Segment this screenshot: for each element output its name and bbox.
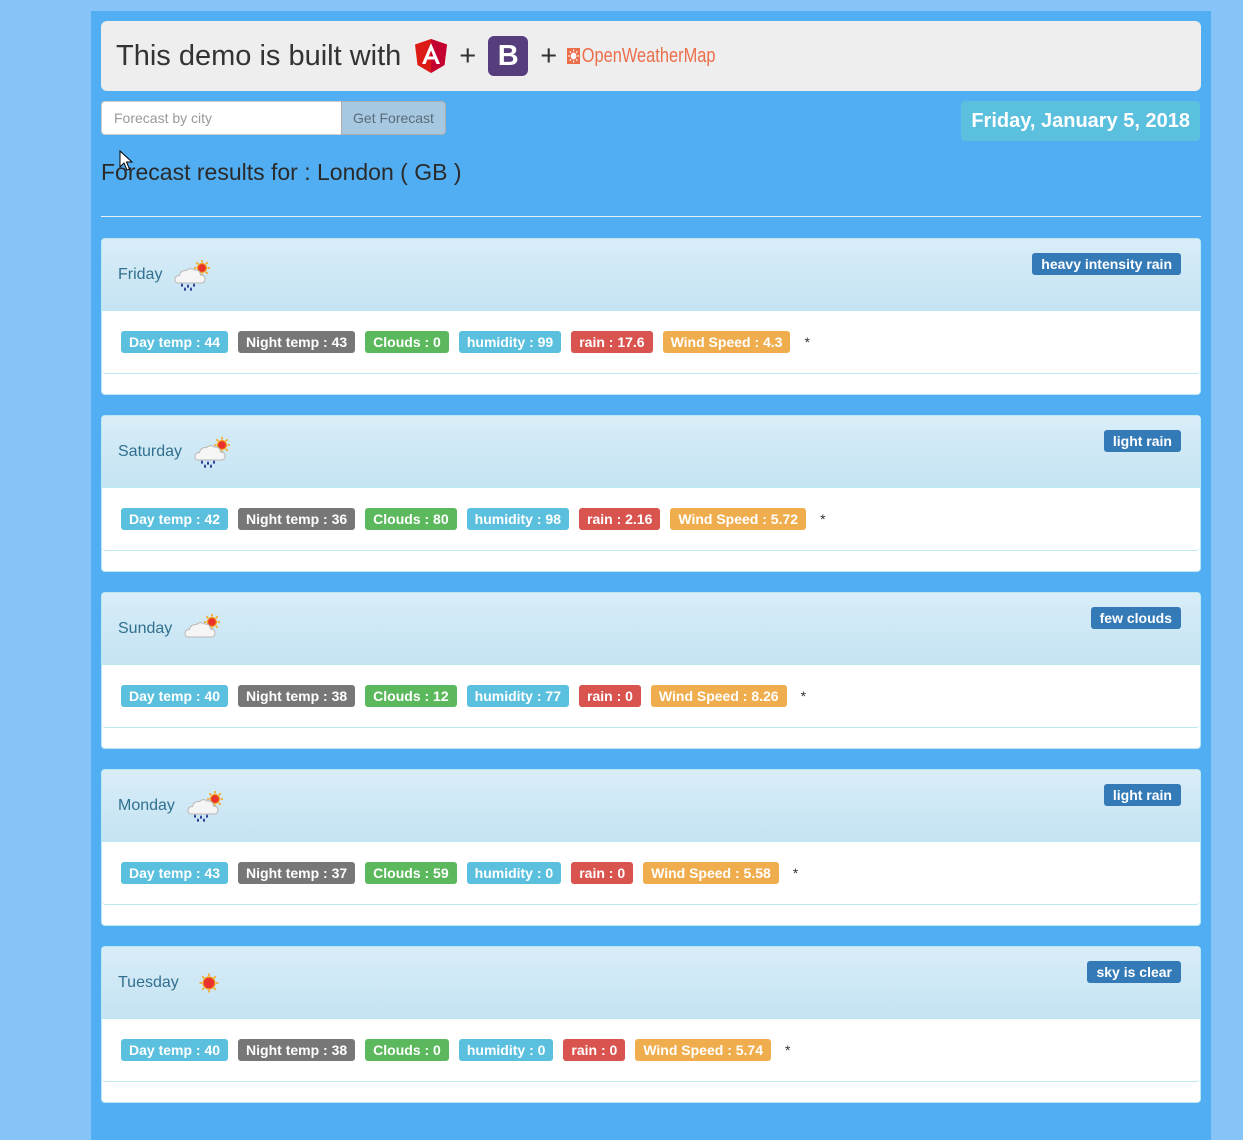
- forecast-panel: Tuesday sky is clear Day temp : 40 Night…: [101, 946, 1201, 1103]
- night-temp-label: Night temp : 38: [238, 1039, 356, 1061]
- rain-cloud-sun-icon: [194, 436, 231, 468]
- asterisk-note: *: [785, 1042, 791, 1058]
- openweathermap-logo: OpenWeatherMap: [567, 44, 716, 68]
- asterisk-note: *: [804, 334, 810, 350]
- day-temp-label: Day temp : 40: [121, 685, 229, 707]
- get-forecast-button[interactable]: Get Forecast: [341, 101, 446, 135]
- plus-sign: +: [459, 39, 477, 72]
- humidity-label: humidity : 77: [466, 685, 569, 707]
- day-name: Friday: [118, 265, 163, 283]
- mouse-cursor-icon: [119, 150, 133, 171]
- night-temp-label: Night temp : 43: [238, 331, 356, 353]
- forecast-panel: Saturday light rain Day temp : 42 Night …: [101, 415, 1201, 572]
- night-temp-label: Night temp : 36: [238, 508, 356, 530]
- rain-cloud-sun-icon: [187, 790, 223, 822]
- clouds-label: Clouds : 59: [365, 862, 457, 884]
- wind-speed-label: Wind Speed : 8.26: [650, 685, 787, 707]
- results-title: Forecast results for : London ( GB ): [101, 159, 462, 185]
- day-name: Sunday: [118, 619, 173, 637]
- rain-label: rain : 0: [563, 1039, 626, 1061]
- owm-sun-icon: [567, 48, 581, 64]
- rain-label: rain : 0: [571, 862, 634, 884]
- cloud-sun-icon: [184, 613, 221, 637]
- owm-logo-text: OpenWeatherMap: [581, 44, 716, 67]
- clouds-label: Clouds : 0: [365, 1039, 449, 1061]
- asterisk-note: *: [792, 865, 799, 881]
- day-temp-label: Day temp : 40: [121, 1039, 229, 1061]
- night-temp-label: Night temp : 37: [238, 862, 356, 884]
- forecast-panel-body: Day temp : 42 Night temp : 36 Clouds : 8…: [102, 488, 1200, 551]
- wind-speed-label: Wind Speed : 5.58: [643, 862, 779, 884]
- forecast-panel: Friday heavy intensity rain Day temp : 4…: [101, 238, 1201, 395]
- forecast-panel: Monday light rain Day temp : 43 Night te…: [101, 769, 1201, 926]
- day-temp-label: Day temp : 43: [121, 862, 229, 884]
- weather-description-badge: few clouds: [1090, 607, 1181, 629]
- rain-label: rain : 0: [579, 685, 641, 707]
- header-jumbotron: This demo is built with + B + OpenWeathe…: [101, 21, 1201, 91]
- day-temp-label: Day temp : 44: [121, 331, 229, 353]
- clouds-label: Clouds : 12: [365, 685, 457, 707]
- day-name: Monday: [118, 796, 175, 814]
- humidity-label: humidity : 0: [458, 1039, 554, 1061]
- night-temp-label: Night temp : 38: [238, 685, 356, 707]
- forecast-panel-body: Day temp : 40 Night temp : 38 Clouds : 1…: [102, 665, 1200, 728]
- search-form: Get Forecast: [101, 101, 446, 135]
- date-badge: Friday, January 5, 2018: [961, 101, 1200, 141]
- humidity-label: humidity : 98: [466, 508, 569, 530]
- plus-sign: +: [540, 39, 558, 72]
- angular-logo-icon: [415, 39, 448, 73]
- sun-icon: [199, 973, 219, 992]
- weather-description-badge: light rain: [1103, 784, 1181, 806]
- rain-cloud-sun-icon: [174, 259, 211, 291]
- rain-label: rain : 2.16: [579, 508, 661, 530]
- weather-description-badge: light rain: [1103, 430, 1181, 452]
- weather-description-badge: sky is clear: [1087, 961, 1181, 983]
- day-name: Saturday: [118, 442, 183, 460]
- humidity-label: humidity : 99: [458, 331, 562, 353]
- main-container: This demo is built with + B + OpenWeathe…: [91, 11, 1211, 1140]
- forecast-panel-heading: Friday heavy intensity rain: [102, 239, 1200, 311]
- city-search-input[interactable]: [101, 101, 341, 135]
- header-title: This demo is built with: [116, 39, 402, 72]
- forecast-panel-body: Day temp : 40 Night temp : 38 Clouds : 0…: [102, 1019, 1200, 1082]
- rain-label: rain : 17.6: [571, 331, 653, 353]
- bootstrap-logo-icon: B: [488, 36, 529, 76]
- weather-description-badge: heavy intensity rain: [1032, 253, 1181, 275]
- humidity-label: humidity : 0: [466, 862, 562, 884]
- clouds-label: Clouds : 0: [365, 331, 449, 353]
- forecast-panel-heading: Tuesday sky is clear: [102, 947, 1200, 1019]
- wind-speed-label: Wind Speed : 5.72: [670, 508, 807, 530]
- wind-speed-label: Wind Speed : 5.74: [635, 1039, 771, 1061]
- forecast-panel-heading: Saturday light rain: [102, 416, 1200, 488]
- day-name: Tuesday: [118, 973, 179, 991]
- forecast-panel-heading: Monday light rain: [102, 770, 1200, 842]
- wind-speed-label: Wind Speed : 4.3: [662, 331, 791, 353]
- asterisk-note: *: [800, 688, 807, 704]
- forecast-panel-body: Day temp : 44 Night temp : 43 Clouds : 0…: [102, 311, 1200, 374]
- clouds-label: Clouds : 80: [365, 508, 457, 530]
- day-temp-label: Day temp : 42: [121, 508, 229, 530]
- asterisk-note: *: [820, 511, 826, 527]
- forecast-panel-body: Day temp : 43 Night temp : 37 Clouds : 5…: [102, 842, 1200, 905]
- forecast-panel: Sunday few clouds Day temp : 40 Night te…: [101, 592, 1201, 749]
- divider: [101, 216, 1201, 217]
- forecast-panel-heading: Sunday few clouds: [102, 593, 1200, 665]
